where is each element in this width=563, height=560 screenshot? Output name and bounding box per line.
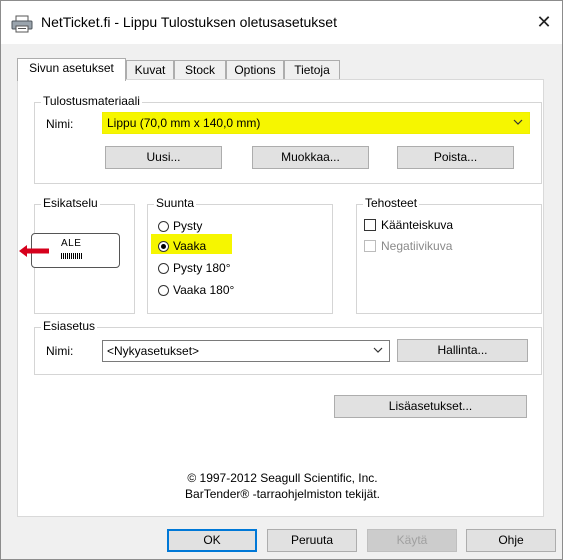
chevron-down-icon: [373, 347, 383, 353]
checkbox-box: [364, 219, 376, 231]
edit-material-button[interactable]: Muokkaa...: [252, 146, 369, 169]
preset-select-value: <Nykyasetukset>: [107, 344, 200, 358]
tab-sivun-asetukset[interactable]: Sivun asetukset: [17, 58, 126, 81]
radio-label: Vaaka: [173, 239, 207, 253]
effects-group-title: Tehosteet: [363, 196, 420, 210]
preview-label-text: ALE: [61, 238, 82, 249]
tab-tietoja[interactable]: Tietoja: [284, 60, 340, 80]
material-select[interactable]: Lippu (70,0 mm x 140,0 mm): [102, 112, 530, 134]
preset-group-title: Esiasetus: [41, 319, 98, 333]
new-material-button[interactable]: Uusi...: [105, 146, 222, 169]
radio-label: Pysty: [173, 219, 203, 233]
material-select-value: Lippu (70,0 mm x 140,0 mm): [107, 116, 261, 130]
radio-indicator: [158, 221, 169, 232]
tab-options[interactable]: Options: [226, 60, 284, 80]
checkbox-label: Käänteiskuva: [381, 218, 454, 232]
tab-stock[interactable]: Stock: [174, 60, 226, 80]
close-button[interactable]: ✕: [526, 5, 562, 41]
help-button[interactable]: Ohje: [466, 529, 556, 552]
material-group-title: Tulostusmateriaali: [41, 94, 142, 108]
manage-preset-button[interactable]: Hallinta...: [397, 339, 528, 362]
cancel-button[interactable]: Peruuta: [267, 529, 357, 552]
copyright-line-2: BarTender® -tarraohjelmiston tekijät.: [185, 487, 380, 501]
dialog-window: NetTicket.fi - Lippu Tulostuksen oletusa…: [0, 0, 563, 560]
feed-direction-arrow-icon: [19, 245, 49, 257]
preset-select[interactable]: <Nykyasetukset>: [102, 340, 390, 362]
radio-indicator-selected: [158, 241, 169, 252]
radio-label: Pysty 180°: [173, 261, 231, 275]
copyright-line-1: © 1997-2012 Seagull Scientific, Inc.: [187, 471, 378, 485]
window-title: NetTicket.fi - Lippu Tulostuksen oletusa…: [41, 14, 337, 30]
ok-button[interactable]: OK: [167, 529, 257, 552]
radio-label: Vaaka 180°: [173, 283, 235, 297]
advanced-settings-button[interactable]: Lisäasetukset...: [334, 395, 527, 418]
preset-name-label: Nimi:: [46, 344, 74, 358]
chevron-down-icon: [513, 119, 523, 125]
delete-material-button[interactable]: Poista...: [397, 146, 514, 169]
preview-group-title: Esikatselu: [41, 196, 100, 210]
tab-kuvat[interactable]: Kuvat: [126, 60, 174, 80]
material-name-label: Nimi:: [46, 117, 74, 131]
title-bar: NetTicket.fi - Lippu Tulostuksen oletusa…: [1, 1, 562, 44]
radio-indicator: [158, 285, 169, 296]
barcode-graphic: [61, 253, 83, 259]
printer-icon: [11, 15, 33, 33]
checkbox-label: Negatiivikuva: [381, 239, 453, 253]
orientation-group-title: Suunta: [154, 196, 197, 210]
radio-indicator: [158, 263, 169, 274]
apply-button[interactable]: Käytä: [367, 529, 457, 552]
checkbox-box: [364, 240, 376, 252]
